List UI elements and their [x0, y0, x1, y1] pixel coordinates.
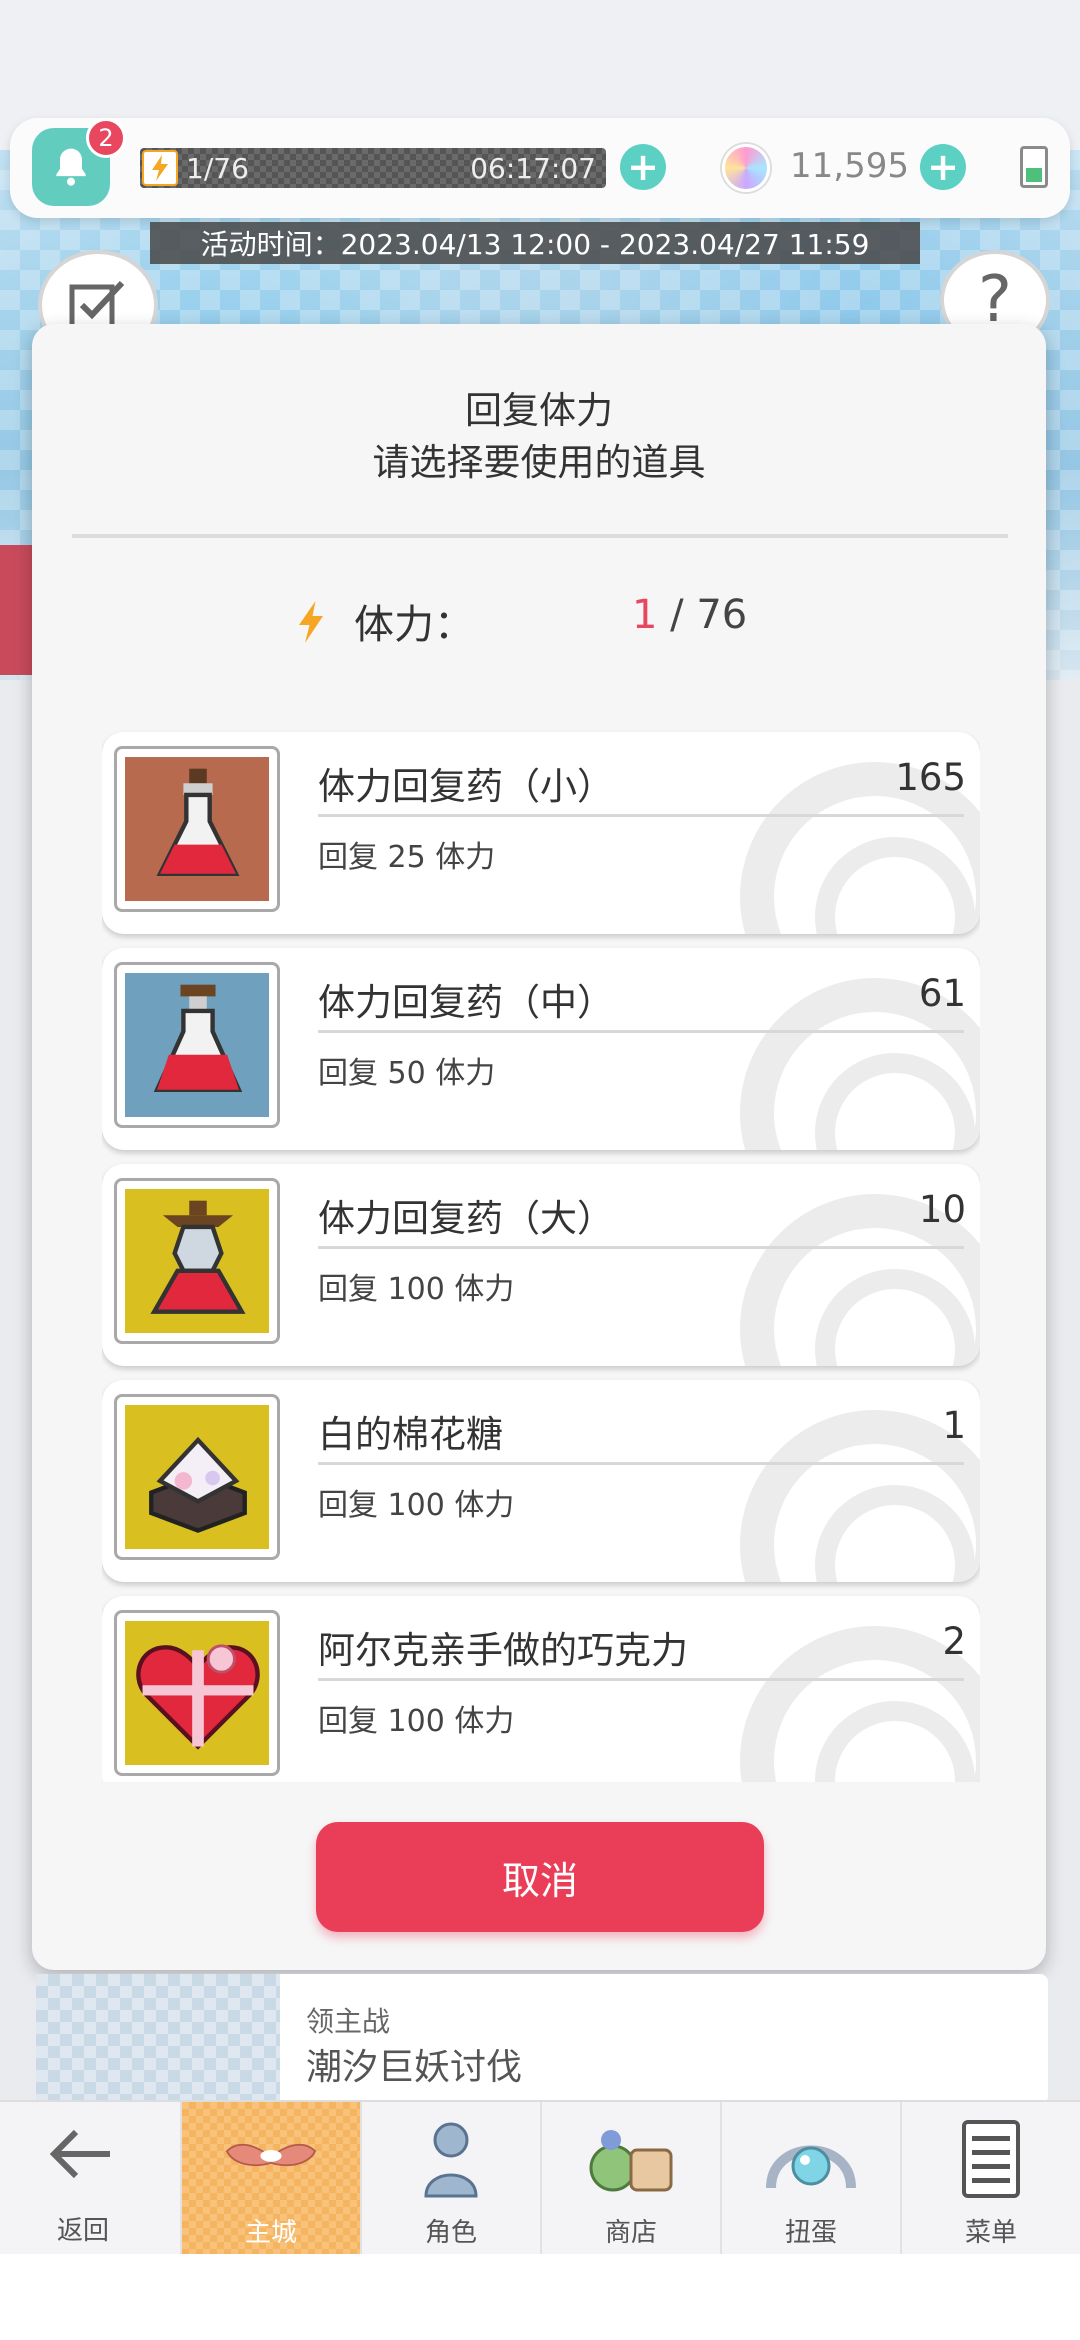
nav-label: 角色 [424, 2218, 477, 2248]
item-thumbnail [114, 962, 280, 1128]
nav-label: 商店 [604, 2218, 657, 2248]
stamina-icon [142, 150, 178, 186]
stamina-max: 76 [696, 592, 748, 638]
stamina-timer: 06:17:07 [470, 152, 596, 185]
item-divider [318, 1678, 964, 1681]
nav-main-city[interactable]: 主城 [180, 2102, 360, 2256]
item-card[interactable]: 体力回复药（中） 61 回复 50 体力 [102, 948, 980, 1150]
cancel-button[interactable]: 取消 [316, 1822, 764, 1932]
recover-stamina-dialog: 回复体力 请选择要使用的道具 体力： 1 / 76 体力回复药（小） 165 回… [32, 324, 1046, 1970]
item-card[interactable]: 体力回复药（大） 10 回复 100 体力 [102, 1164, 980, 1366]
stamina-value: 1/76 [186, 152, 249, 185]
item-count: 10 [918, 1188, 966, 1231]
item-count: 165 [895, 756, 966, 799]
back-label: 返回 [56, 2216, 109, 2246]
boss-subtitle: 领主战 [306, 2005, 391, 2038]
item-name: 白的棉花糖 [318, 1413, 503, 1456]
marshmallow-icon [149, 1436, 247, 1533]
item-thumbnail [114, 1394, 280, 1560]
gacha-icon [766, 2145, 856, 2189]
add-gems-button[interactable]: + [920, 144, 966, 190]
boss-title: 潮汐巨妖讨伐 [306, 2047, 523, 2088]
nav-gacha[interactable]: 扭蛋 [720, 2102, 900, 2256]
notification-badge: 2 [86, 118, 126, 158]
main-city-icon [225, 2143, 317, 2167]
nav-label: 主城 [244, 2218, 297, 2248]
stamina-current: 1 [632, 592, 658, 638]
menu-icon [962, 2120, 1020, 2198]
system-bar [0, 2254, 1080, 2340]
battery-icon [1020, 146, 1048, 188]
stamina-separator: / [657, 592, 697, 638]
item-name: 体力回复药（小） [318, 765, 614, 808]
nav-shop[interactable]: 商店 [540, 2102, 720, 2256]
nav-label: 菜单 [964, 2218, 1017, 2248]
nav-label: 扭蛋 [784, 2218, 837, 2248]
nav-character[interactable]: 角色 [360, 2102, 540, 2256]
item-divider [318, 814, 964, 817]
medium-potion-icon [153, 984, 243, 1092]
back-button[interactable]: 返回 [0, 2104, 166, 2254]
item-thumbnail [114, 1610, 280, 1776]
nav-menu[interactable]: 菜单 [900, 2102, 1080, 2256]
item-name: 体力回复药（中） [318, 981, 614, 1024]
add-stamina-button[interactable]: + [620, 144, 666, 190]
item-card[interactable]: 阿尔克亲手做的巧克力 2 回复 100 体力 [102, 1596, 980, 1782]
item-list[interactable]: 体力回复药（小） 165 回复 25 体力 体力回复药（中） 61 回复 50 … [102, 724, 980, 1782]
item-thumbnail [114, 1178, 280, 1344]
gem-count: 11,595 [790, 146, 909, 186]
item-description: 回复 50 体力 [318, 1056, 496, 1091]
dialog-subtitle: 请选择要使用的道具 [372, 441, 706, 484]
dialog-title: 回复体力 [465, 389, 613, 432]
small-potion-icon [156, 768, 240, 876]
background-decoration [0, 545, 34, 675]
event-time-banner: 活动时间：2023.04/13 12:00 - 2023.04/27 11:59 [150, 222, 920, 264]
item-count: 2 [942, 1620, 966, 1663]
item-thumbnail [114, 746, 280, 912]
heart-chocolate-icon [136, 1644, 260, 1750]
item-name: 体力回复药（大） [318, 1197, 614, 1240]
shop-icon [589, 2130, 673, 2192]
item-name: 阿尔克亲手做的巧克力 [318, 1629, 688, 1672]
item-divider [318, 1030, 964, 1033]
item-count: 1 [942, 1404, 966, 1447]
item-description: 回复 100 体力 [318, 1272, 515, 1307]
lightning-icon [299, 601, 323, 643]
large-potion-icon [150, 1200, 246, 1314]
item-description: 回复 100 体力 [318, 1704, 515, 1739]
item-count: 61 [918, 972, 966, 1015]
stamina-display: 1/76 06:17:07 [140, 148, 606, 188]
bell-icon [56, 148, 86, 186]
stamina-label: 体力： [354, 602, 474, 648]
boss-battle-card[interactable]: 领主战 潮汐巨妖讨伐 [36, 1974, 1048, 2104]
dialog-divider [72, 534, 1008, 538]
item-divider [318, 1462, 964, 1465]
item-divider [318, 1246, 964, 1249]
item-description: 回复 100 体力 [318, 1488, 515, 1523]
back-arrow-icon [49, 2129, 110, 2179]
gem-icon [722, 144, 770, 192]
item-card[interactable]: 体力回复药（小） 165 回复 25 体力 [102, 732, 980, 934]
boss-thumbnail [36, 1974, 280, 2104]
stamina-summary: 体力： 1 / 76 [32, 588, 1046, 648]
item-description: 回复 25 体力 [318, 840, 496, 875]
stamina-numbers: 1 / 76 [632, 592, 747, 638]
item-card[interactable]: 白的棉花糖 1 回复 100 体力 [102, 1380, 980, 1582]
character-icon [424, 2122, 478, 2198]
